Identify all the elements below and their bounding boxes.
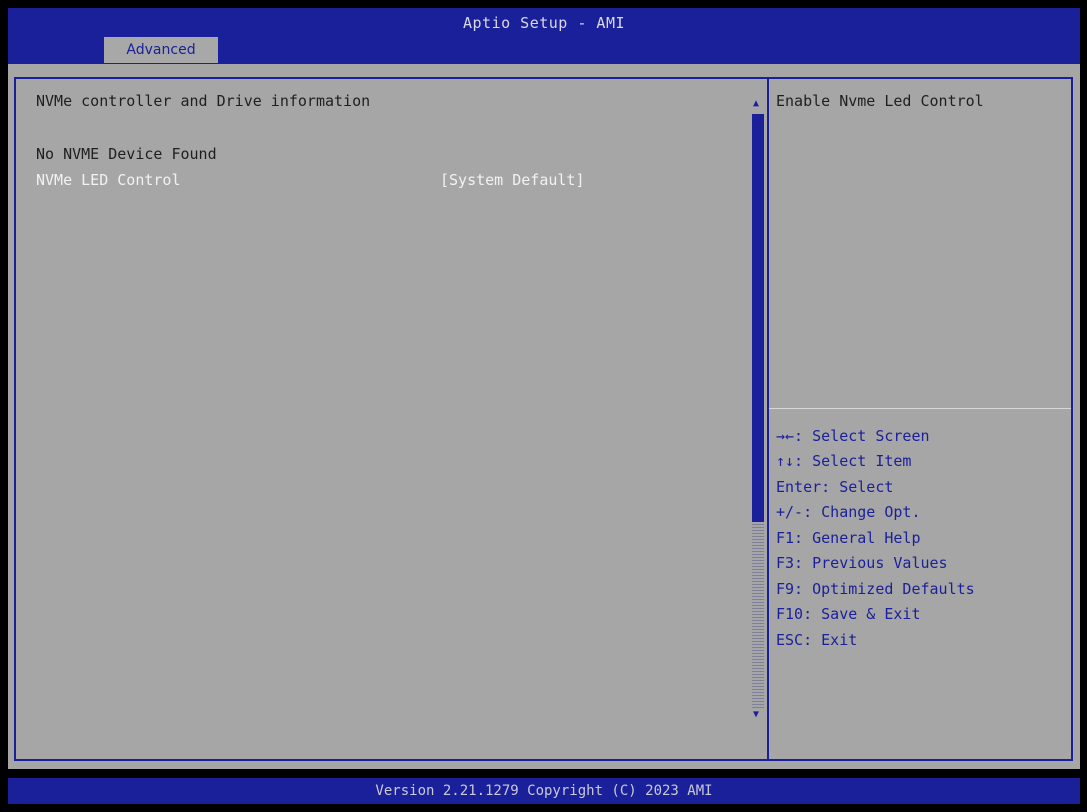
nvme-led-control-label[interactable]: NVMe LED Control bbox=[36, 171, 181, 189]
scroll-down-icon[interactable]: ▼ bbox=[753, 710, 759, 720]
help-key-enter: Enter: Select bbox=[776, 478, 894, 496]
app-title: Aptio Setup - AMI bbox=[462, 14, 626, 32]
help-key-select-item: ↑↓: Select Item bbox=[776, 452, 912, 470]
footer-version: Version 2.21.1279 Copyright (C) 2023 AMI bbox=[8, 778, 1080, 804]
help-key-save-exit: F10: Save & Exit bbox=[776, 605, 921, 623]
help-key-change-opt: +/-: Change Opt. bbox=[776, 503, 921, 521]
help-key-optimized-defaults: F9: Optimized Defaults bbox=[776, 580, 975, 598]
help-frame bbox=[767, 77, 1073, 761]
header-bar: Aptio Setup - AMI Advanced bbox=[8, 8, 1080, 64]
scroll-up-icon[interactable]: ▲ bbox=[753, 99, 759, 109]
scrollbar-thumb[interactable] bbox=[752, 114, 764, 522]
nvme-status: No NVME Device Found bbox=[36, 145, 217, 163]
nvme-led-control-value[interactable]: [System Default] bbox=[440, 171, 585, 189]
help-description: Enable Nvme Led Control bbox=[776, 92, 984, 110]
help-key-exit: ESC: Exit bbox=[776, 631, 858, 649]
section-heading: NVMe controller and Drive information bbox=[36, 92, 371, 110]
tab-advanced[interactable]: Advanced bbox=[104, 37, 218, 63]
help-divider bbox=[769, 408, 1071, 409]
help-key-previous-values: F3: Previous Values bbox=[776, 554, 948, 572]
help-key-general-help: F1: General Help bbox=[776, 529, 921, 547]
help-key-select-screen: →←: Select Screen bbox=[776, 427, 930, 445]
